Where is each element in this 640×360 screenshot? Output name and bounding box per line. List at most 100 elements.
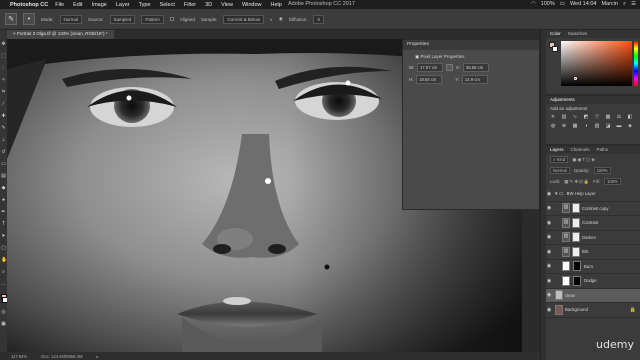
menu-edit[interactable]: Edit — [73, 2, 82, 8]
layer-thumb[interactable] — [562, 275, 570, 286]
posterize-icon[interactable]: ▨ — [594, 123, 600, 129]
ignore-adjust-icon[interactable]: ◐ — [270, 17, 273, 22]
link-icon[interactable] — [446, 64, 454, 71]
lasso-tool-icon[interactable]: ◌ — [1, 66, 6, 71]
x-field[interactable]: 36.56 cm — [463, 63, 490, 72]
search-icon[interactable]: ⌕ — [623, 1, 626, 8]
eye-icon[interactable]: ◉ — [546, 220, 552, 226]
brightness-icon[interactable]: ☀ — [550, 114, 556, 120]
eyedropper-tool-icon[interactable]: ⁄ — [1, 102, 6, 107]
battery-icon[interactable]: ▭ — [560, 1, 565, 8]
menu-3d[interactable]: 3D — [205, 2, 212, 8]
menu-view[interactable]: View — [221, 2, 233, 8]
menu-list-icon[interactable]: ☰ — [631, 1, 636, 8]
levels-icon[interactable]: ▥ — [561, 114, 567, 120]
source-sampled-radio[interactable]: Sampled — [109, 14, 136, 24]
channel-mixer-icon[interactable]: ⊕ — [561, 123, 567, 129]
layer-name[interactable]: clean — [565, 293, 575, 298]
stamp-tool-icon[interactable]: ⊥ — [1, 138, 6, 143]
layer-burn[interactable]: ◉ Burn — [546, 260, 640, 274]
menu-select[interactable]: Select — [160, 2, 175, 8]
background-swatch[interactable] — [552, 46, 558, 52]
y-field[interactable]: 14.9 cm — [461, 75, 488, 84]
layer-name[interactable]: Contrast copy — [582, 206, 609, 211]
exposure-icon[interactable]: ◩ — [583, 114, 589, 120]
lock-icons[interactable]: ▦ ✎ ✥ ⊡ 🔒 — [564, 179, 589, 185]
more-tools-icon[interactable]: … — [1, 282, 6, 287]
healing-brush-icon[interactable]: ✎ — [5, 13, 17, 25]
bw-icon[interactable]: ◧ — [627, 114, 633, 120]
hand-tool-icon[interactable]: ✋ — [1, 258, 7, 263]
gradient-map-icon[interactable]: ▬ — [616, 123, 622, 129]
eye-icon[interactable]: ◉ — [546, 249, 552, 255]
user-name[interactable]: Marcin — [601, 1, 618, 8]
tab-paths[interactable]: Paths — [597, 147, 609, 153]
layer-mask-thumb[interactable] — [573, 261, 581, 272]
move-tool-icon[interactable]: ✥ — [1, 42, 6, 47]
status-arrow-icon[interactable]: ▸ — [96, 354, 98, 359]
tab-adjustments[interactable]: Adjustments — [550, 97, 575, 103]
zoom-tool-icon[interactable]: ⌕ — [1, 270, 6, 275]
layer-darken[interactable]: ◉ ▥ Darken — [546, 231, 640, 245]
w-field[interactable]: 17.07 cm — [417, 63, 444, 72]
layer-group-bw-help[interactable]: ◉ ▾ ▭ BW Help Layer — [546, 187, 640, 202]
layer-mask-thumb[interactable] — [572, 246, 580, 257]
layer-name[interactable]: Brit — [582, 249, 588, 254]
invert-icon[interactable]: ◑ — [583, 123, 589, 129]
layer-clean[interactable]: ◉ clean — [546, 288, 640, 303]
gradient-tool-icon[interactable]: ▤ — [1, 174, 6, 179]
brush-preset-icon[interactable]: • — [23, 13, 35, 25]
menu-image[interactable]: Image — [92, 2, 107, 8]
blend-mode-select[interactable]: Normal — [550, 167, 570, 174]
brush-tool-icon[interactable]: ✎ — [1, 126, 6, 131]
aligned-checkbox[interactable] — [169, 17, 174, 21]
color-lookup-icon[interactable]: ▩ — [572, 123, 578, 129]
layer-name[interactable]: Darken — [582, 235, 596, 240]
layer-brit[interactable]: ◉ ▥ Brit — [546, 245, 640, 260]
app-name[interactable]: Photoshop CC — [10, 2, 48, 8]
layer-mask-thumb[interactable] — [572, 232, 580, 243]
layer-contrast[interactable]: ◉ ▥ Contrast — [546, 216, 640, 231]
zoom-status[interactable]: 117.94% — [11, 354, 27, 359]
healing-tool-icon[interactable]: ✚ — [1, 114, 6, 119]
menu-window[interactable]: Window — [242, 2, 262, 8]
hue-sat-icon[interactable]: ▦ — [605, 114, 611, 120]
curves-icon[interactable]: ∿ — [572, 114, 578, 120]
layer-background[interactable]: ◉ Background 🔒 — [546, 303, 640, 318]
eye-icon[interactable]: ◉ — [546, 234, 552, 240]
fill-field[interactable]: 100% — [603, 178, 621, 185]
menu-help[interactable]: Help — [271, 2, 282, 8]
eye-icon[interactable]: ◉ — [546, 292, 552, 298]
marquee-tool-icon[interactable]: ⬚ — [1, 54, 6, 59]
quick-select-tool-icon[interactable]: ✧ — [1, 78, 6, 83]
h-field[interactable]: 19.64 cm — [416, 75, 443, 84]
photo-filter-icon[interactable]: ◍ — [550, 123, 556, 129]
diffusion-value[interactable]: 5 — [313, 14, 324, 24]
blur-tool-icon[interactable]: ◆ — [1, 186, 6, 191]
layer-mask-thumb[interactable] — [573, 275, 581, 286]
type-tool-icon[interactable]: T — [1, 222, 6, 227]
layer-thumb[interactable] — [555, 304, 563, 315]
crop-tool-icon[interactable]: ⌗ — [1, 90, 6, 95]
layer-thumb[interactable] — [562, 261, 570, 272]
layer-mask-thumb[interactable] — [572, 203, 580, 214]
threshold-icon[interactable]: ◪ — [605, 123, 611, 129]
shape-tool-icon[interactable]: ▢ — [1, 246, 6, 251]
source-pattern-radio[interactable]: Pattern — [141, 14, 164, 24]
wifi-icon[interactable]: ◠ — [531, 1, 536, 8]
eye-icon[interactable]: ◉ — [546, 191, 552, 197]
pen-tool-icon[interactable]: ✒ — [1, 210, 6, 215]
lock-icon[interactable]: 🔒 — [630, 307, 636, 313]
clock[interactable]: Wed 14:04 — [570, 1, 597, 8]
opacity-field[interactable]: 100% — [593, 167, 611, 174]
mode-select[interactable]: Normal — [59, 14, 83, 24]
folder-icon[interactable]: ▾ ▭ — [555, 191, 564, 197]
eye-icon[interactable]: ◉ — [546, 205, 552, 211]
layer-dodge[interactable]: ◉ Dodge — [546, 274, 640, 289]
eye-icon[interactable]: ◉ — [546, 278, 552, 284]
menu-filter[interactable]: Filter — [184, 2, 196, 8]
tab-channels[interactable]: Channels — [571, 147, 590, 153]
layer-mask-thumb[interactable] — [572, 217, 580, 228]
layer-name[interactable]: BW Help Layer — [567, 191, 596, 196]
layer-contrast-copy[interactable]: ◉ ▥ Contrast copy — [546, 202, 640, 216]
